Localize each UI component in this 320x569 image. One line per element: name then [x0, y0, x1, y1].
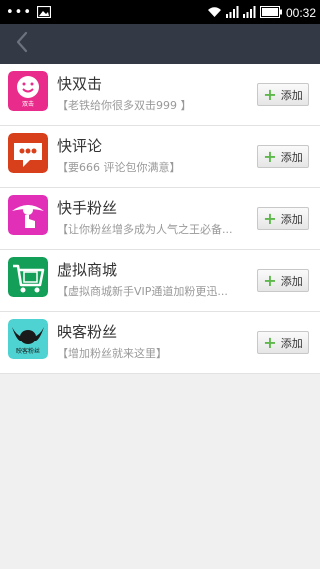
add-button[interactable]: + 添加: [257, 145, 309, 168]
item-description: 【虚拟商城新手VIP通道加粉更迅...: [57, 285, 228, 298]
item-description: 【增加粉丝就来这里】: [57, 347, 167, 360]
image-icon: [36, 3, 52, 22]
icon-caption: 双击: [22, 100, 34, 108]
item-title: 快双击: [57, 75, 103, 93]
add-button[interactable]: + 添加: [257, 269, 309, 292]
plus-icon: +: [263, 270, 277, 290]
plus-icon: +: [263, 84, 277, 104]
plus-icon: +: [263, 332, 277, 352]
comment-icon: [8, 133, 48, 173]
item-title: 虚拟商城: [57, 261, 118, 279]
list-item[interactable]: 双击 快双击 【老铁给你很多双击999 】 + 添加: [0, 64, 320, 126]
item-description: 【要666 评论包你满意】: [57, 161, 181, 174]
clock: 00:32: [285, 5, 316, 20]
add-button[interactable]: + 添加: [257, 83, 309, 106]
add-button-label: 添加: [280, 88, 303, 102]
add-button-label: 添加: [280, 212, 303, 226]
inke-logo-icon: 映客粉丝: [8, 319, 48, 359]
add-button-label: 添加: [280, 336, 303, 350]
chevron-left-icon: [15, 31, 29, 57]
item-title: 快评论: [57, 137, 103, 155]
list-item[interactable]: 虚拟商城 【虚拟商城新手VIP通道加粉更迅... + 添加: [0, 250, 320, 312]
notification-dots: •••: [6, 4, 33, 20]
battery-icon: [259, 3, 282, 22]
list-item[interactable]: 映客粉丝 映客粉丝 【增加粉丝就来这里】 + 添加: [0, 312, 320, 374]
add-button[interactable]: + 添加: [257, 331, 309, 354]
item-description: 【老铁给你很多双击999 】: [57, 99, 192, 112]
add-button-label: 添加: [280, 274, 303, 288]
wifi-icon: [207, 3, 222, 22]
signal-icon: [225, 3, 239, 22]
list-item[interactable]: 快评论 【要666 评论包你满意】 + 添加: [0, 126, 320, 188]
plus-icon: +: [263, 208, 277, 228]
item-title: 映客粉丝: [57, 323, 118, 341]
status-bar: ••• 00:32: [0, 0, 320, 24]
signal-icon: [242, 3, 256, 22]
back-button[interactable]: [8, 30, 36, 58]
add-button-label: 添加: [280, 150, 303, 164]
item-description: 【让你粉丝增多成为人气之王必备...: [57, 223, 233, 236]
title-bar: [0, 24, 320, 64]
fan-hand-icon: [8, 195, 48, 235]
icon-caption: 映客粉丝: [16, 347, 40, 355]
shopping-cart-icon: [8, 257, 48, 297]
add-button[interactable]: + 添加: [257, 207, 309, 230]
double-tap-icon: 双击: [8, 71, 48, 111]
plus-icon: +: [263, 146, 277, 166]
list-item[interactable]: 快手粉丝 【让你粉丝增多成为人气之王必备... + 添加: [0, 188, 320, 250]
item-title: 快手粉丝: [57, 199, 118, 217]
